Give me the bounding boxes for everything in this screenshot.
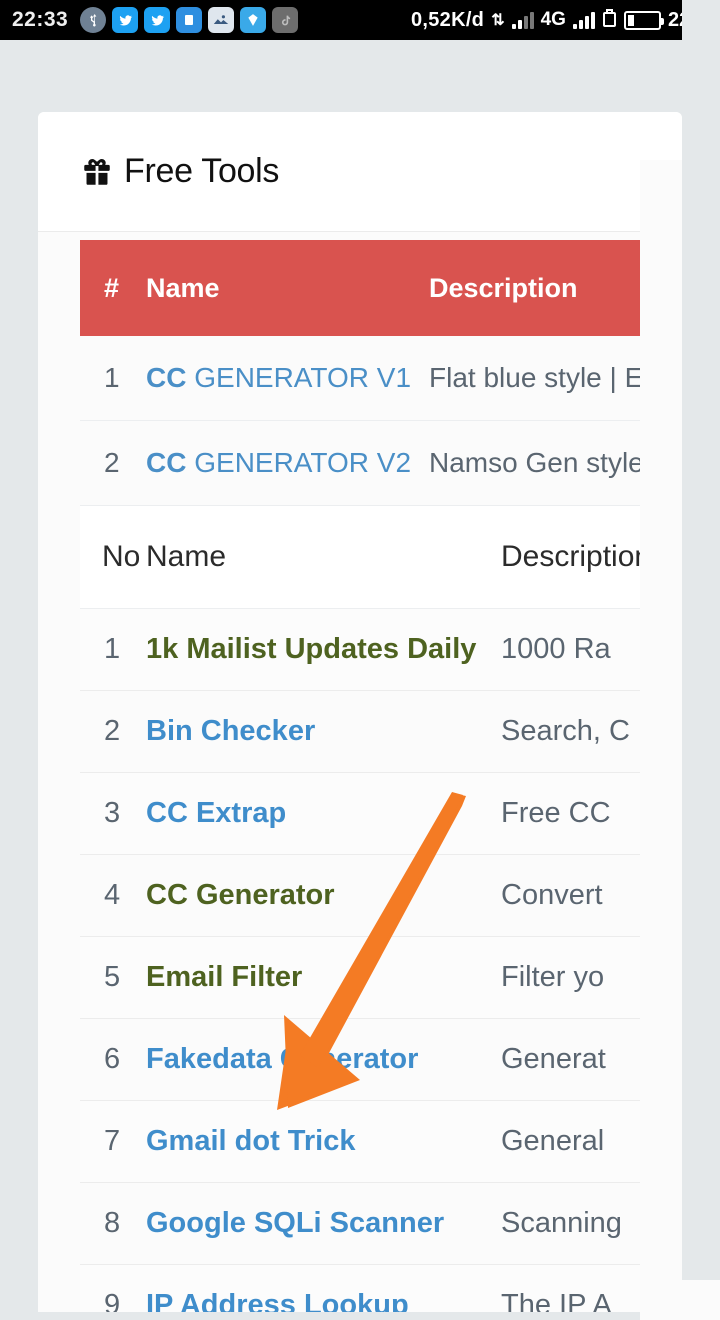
tool-link[interactable]: Email Filter bbox=[146, 936, 501, 1019]
column-header-number[interactable]: # bbox=[80, 240, 146, 336]
page-body: Free Tools # Name Description 1 CC GENER… bbox=[0, 40, 720, 1320]
table-row[interactable]: 1 1k Mailist Updates Daily 1000 Ra bbox=[80, 608, 682, 691]
table-row[interactable]: 9 IP Address Lookup The IP A bbox=[80, 1264, 682, 1312]
column-header-name[interactable]: Name bbox=[146, 506, 501, 609]
column-header-no[interactable]: No bbox=[80, 506, 146, 609]
app-icon-blue bbox=[176, 7, 203, 33]
cc-generator-table-wrapper: # Name Description 1 CC GENERATOR V1 Fla… bbox=[80, 240, 682, 506]
notification-icons bbox=[80, 7, 299, 33]
table-row[interactable]: 5 Email Filter Filter yo bbox=[80, 936, 682, 1019]
tool-link[interactable]: CC GENERATOR V1 bbox=[146, 336, 429, 421]
table-row[interactable]: 7 Gmail dot Trick General bbox=[80, 1100, 682, 1183]
row-number: 9 bbox=[80, 1264, 146, 1312]
row-number: 1 bbox=[80, 608, 146, 691]
row-number: 2 bbox=[80, 420, 146, 506]
network-type-label: 4G bbox=[540, 9, 566, 30]
data-speed-label: 0,52K/d bbox=[410, 8, 485, 31]
gift-icon bbox=[80, 155, 114, 189]
status-time: 22:33 bbox=[12, 8, 69, 31]
column-header-name[interactable]: Name bbox=[146, 240, 429, 336]
twitter-icon-2 bbox=[144, 7, 171, 33]
page-right-margin bbox=[682, 0, 720, 1280]
table-row[interactable]: 3 CC Extrap Free CC bbox=[80, 772, 682, 855]
signal-bars-sim1 bbox=[511, 11, 534, 29]
status-right-group: 0,52K/d ⇅ 4G 22% bbox=[410, 8, 708, 32]
row-number: 4 bbox=[80, 854, 146, 937]
tool-link[interactable]: Gmail dot Trick bbox=[146, 1100, 501, 1183]
tool-name-rest: GENERATOR V1 bbox=[186, 362, 412, 393]
signal-bars-sim2 bbox=[572, 11, 595, 29]
row-number: 2 bbox=[80, 690, 146, 773]
tool-link[interactable]: Bin Checker bbox=[146, 690, 501, 773]
twitter-icon bbox=[112, 7, 139, 33]
table-row[interactable]: 8 Google SQLi Scanner Scanning bbox=[80, 1182, 682, 1265]
table-header-row: No Name Description bbox=[80, 506, 682, 609]
photo-icon bbox=[208, 7, 235, 33]
table-header-row: # Name Description bbox=[80, 240, 682, 336]
telegram-icon bbox=[240, 7, 267, 33]
card-header: Free Tools bbox=[38, 112, 682, 232]
tools-table: No Name Description 1 1k Mailist Updates … bbox=[80, 506, 682, 1312]
tool-name-prefix: CC bbox=[146, 447, 187, 478]
table-row[interactable]: 2 Bin Checker Search, C bbox=[80, 690, 682, 773]
tool-name-prefix: CC bbox=[146, 362, 187, 393]
tool-link[interactable]: IP Address Lookup bbox=[146, 1264, 501, 1312]
battery-icon bbox=[623, 10, 664, 30]
row-number: 8 bbox=[80, 1182, 146, 1265]
tool-link[interactable]: CC Extrap bbox=[146, 772, 501, 855]
table-row[interactable]: 6 Fakedata Generator Generat bbox=[80, 1018, 682, 1101]
tools-table-wrapper: No Name Description 1 1k Mailist Updates … bbox=[80, 506, 682, 1312]
sim-card-icon bbox=[602, 8, 617, 32]
free-tools-card: Free Tools # Name Description 1 CC GENER… bbox=[38, 112, 682, 1312]
tools-table-body: 1 1k Mailist Updates Daily 1000 Ra 2 Bin Che… bbox=[80, 608, 682, 1312]
tool-link[interactable]: Google SQLi Scanner bbox=[146, 1182, 501, 1265]
page-title: Free Tools bbox=[124, 152, 280, 190]
table-row[interactable]: 4 CC Generator Convert bbox=[80, 854, 682, 937]
tool-link[interactable]: Fakedata Generator bbox=[146, 1018, 501, 1101]
table-row[interactable]: 1 CC GENERATOR V1 Flat blue style | E bbox=[80, 336, 682, 421]
row-number: 6 bbox=[80, 1018, 146, 1101]
table-row[interactable]: 2 CC GENERATOR V2 Namso Gen style bbox=[80, 420, 682, 506]
tool-link[interactable]: CC Generator bbox=[146, 854, 501, 937]
tool-link[interactable]: CC GENERATOR V2 bbox=[146, 420, 429, 506]
row-number: 7 bbox=[80, 1100, 146, 1183]
usb-icon bbox=[80, 7, 107, 33]
row-number: 5 bbox=[80, 936, 146, 1019]
row-number: 1 bbox=[80, 336, 146, 421]
row-number: 3 bbox=[80, 772, 146, 855]
status-bar: 22:33 0,52K/d ⇅ 4G 22% bbox=[0, 0, 720, 40]
data-transfer-icon: ⇅ bbox=[491, 12, 505, 29]
tool-link[interactable]: 1k Mailist Updates Daily bbox=[146, 608, 501, 691]
tool-name-rest: GENERATOR V2 bbox=[186, 447, 412, 478]
cc-generator-table: # Name Description 1 CC GENERATOR V1 Fla… bbox=[80, 240, 682, 506]
tiktok-icon bbox=[272, 7, 299, 33]
